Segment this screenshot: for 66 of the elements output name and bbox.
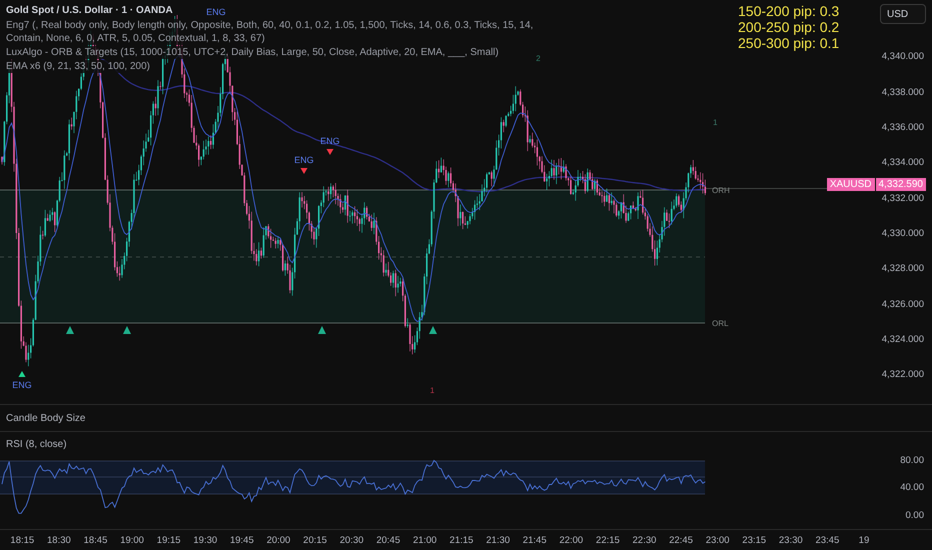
- indicator-legend-text: EMA x6 (9, 21, 33, 50, 100, 200): [6, 60, 150, 73]
- time-label: 21:00: [412, 534, 438, 546]
- time-label: 21:15: [448, 534, 474, 546]
- price-label: 4,322.000: [882, 369, 924, 380]
- time-label: 20:15: [302, 534, 328, 546]
- price-label: 4,338.000: [882, 86, 924, 98]
- symbol-tag: XAUUSD: [826, 178, 874, 191]
- price-label: 4,334.000: [882, 157, 924, 168]
- time-label: 19:15: [156, 534, 182, 546]
- pane-title: RSI (8, close): [6, 439, 67, 451]
- time-label: 19:30: [192, 534, 218, 546]
- rsi-scale-label: 0.00: [906, 510, 924, 522]
- time-label: 20:00: [266, 534, 292, 546]
- price-label: 4,330.000: [882, 228, 924, 240]
- time-label: 21:45: [522, 534, 548, 546]
- time-label: 19: [858, 534, 870, 546]
- signal-label: ENG: [294, 155, 314, 165]
- time-label: 22:15: [594, 534, 621, 546]
- triangle-up-icon: [429, 326, 437, 334]
- price-label: 4,336.000: [882, 122, 924, 134]
- time-label: 22:45: [668, 534, 694, 546]
- time-label: 23:45: [814, 534, 840, 546]
- rsi-scale-label: 80.00: [900, 455, 924, 467]
- time-label: 22:00: [558, 534, 584, 546]
- time-label: 18:15: [9, 534, 36, 546]
- rsi-scale-label: 40.00: [900, 482, 924, 494]
- range-level-label: ORL: [712, 319, 728, 328]
- time-label: 19:45: [228, 534, 255, 546]
- time-label: 23:00: [704, 534, 730, 546]
- currency-button[interactable]: USD: [880, 4, 926, 24]
- indicator-legend-text: LuxAlgo - ORB & Targets (15, 1000-1015, UTC+2, Daily Bias, Large, 50, Close, Adaptive, 20, EMA, ___, Small): [6, 46, 499, 59]
- range-level-label: ORH: [712, 186, 730, 195]
- time-label: 23:15: [741, 534, 768, 546]
- signal-label: ENG: [12, 380, 32, 390]
- target-count: 2: [536, 54, 540, 63]
- time-label: 20:45: [375, 534, 402, 546]
- price-label: 4,326.000: [882, 298, 924, 310]
- time-label: 21:30: [485, 534, 511, 546]
- time-label: 18:30: [46, 534, 72, 546]
- pip-stat-text: 250-300 pip: 0.1: [738, 35, 840, 51]
- triangle-up-icon: [66, 326, 74, 334]
- pane-title: Candle Body Size: [6, 413, 86, 425]
- triangle-down-icon: [326, 149, 334, 155]
- target-count: 1: [713, 118, 718, 127]
- triangle-up-icon: [123, 326, 131, 334]
- signal-label: ENG: [206, 7, 226, 17]
- indicator-legend-text: Eng7 (, Real body only, Body length only, Opposite, Both, 60, 40, 0.1, 0.2, 1.05, 1,500, Ticks, 14, 0.6, 0.3, Ticks, 15, 14,: [6, 19, 534, 32]
- signal-label: ENG: [320, 136, 340, 146]
- symbol-title: Gold Spot / U.S. Dollar · 1 · OANDA: [6, 4, 173, 18]
- pip-stat-text: 150-200 pip: 0.3: [738, 3, 840, 19]
- time-label: 18:45: [82, 534, 108, 546]
- triangle-up-icon: [318, 326, 326, 334]
- last-price-tag: 4,332.590: [876, 178, 926, 191]
- triangle-up-icon: [18, 371, 26, 377]
- price-label: 4,332.000: [882, 192, 924, 204]
- triangle-down-icon: [300, 168, 308, 174]
- price-label: 4,340.000: [882, 51, 924, 62]
- time-label: 22:30: [632, 534, 658, 546]
- price-label: 4,328.000: [882, 263, 924, 274]
- time-label: 20:30: [338, 534, 365, 546]
- target-count: 1: [430, 386, 434, 395]
- pip-stat-text: 200-250 pip: 0.2: [738, 19, 840, 35]
- time-label: 23:30: [778, 534, 804, 546]
- indicator-legend-text: Contain, None, 6, 0, ATR, 5, 0.05, Contextual, 1, 8, 33, 67): [6, 32, 265, 45]
- price-label: 4,324.000: [882, 334, 924, 346]
- time-label: 19:00: [119, 534, 145, 546]
